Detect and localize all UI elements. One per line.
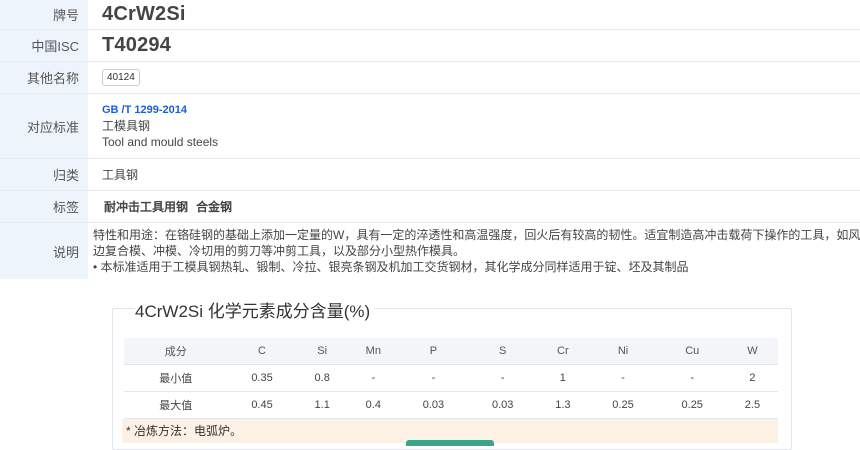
header-cell: Cr [537,338,589,365]
chemistry-title: 4CrW2Si 化学元素成分含量(%) [135,297,375,322]
row-labels: 标签 耐冲击工具用钢 合金钢 [0,191,860,223]
standard-link[interactable]: GB /T 1299-2014 [102,102,860,118]
standard-name-cn: 工模具钢 [102,119,151,133]
label-china-isc: 中国ISC [0,30,88,61]
table-cell: 1 [537,364,589,392]
table-cell: 0.35 [227,364,297,392]
table-cell: - [657,364,727,392]
label-description: 说明 [0,223,88,279]
properties-table: 牌号 4CrW2Si 中国ISC T40294 其他名称 40124 对应标准 … [0,0,860,279]
table-cell: 最小值 [124,364,228,392]
table-row: 最大值 0.45 1.1 0.4 0.03 0.03 1.3 0.25 0.25… [124,391,778,419]
row-other-names: 其他名称 40124 [0,62,860,94]
table-cell: 0.8 [296,364,348,392]
row-china-isc: 中国ISC T40294 [0,30,860,62]
table-cell: 0.25 [588,391,658,419]
chemistry-header-row: 成分 C Si Mn P S Cr Ni Cu W [124,338,778,365]
table-cell: 1.3 [537,391,589,419]
description-line: 特性和用途：在铬硅钢的基础上添加一定量的W，具有一定的淬透性和高温强度，回火后有… [93,228,860,242]
label-category: 归类 [0,159,88,190]
table-cell: 0.25 [657,391,727,419]
table-cell: 0.03 [398,391,469,419]
grade-value: 4CrW2Si [102,3,186,25]
row-category: 归类 工具钢 [0,159,860,191]
table-cell: - [588,364,658,392]
header-cell: S [468,338,538,365]
table-cell: 2.5 [726,391,778,419]
table-cell: 0.45 [227,391,297,419]
header-cell: Cu [657,338,727,365]
label-tag[interactable]: 耐冲击工具用钢 [104,198,188,215]
label-tag[interactable]: 合金钢 [196,198,232,215]
table-cell: 2 [726,364,778,392]
table-cell: - [347,364,399,392]
table-cell: 0.4 [347,391,399,419]
header-cell: P [398,338,469,365]
header-cell: Ni [588,338,658,365]
table-cell: - [398,364,469,392]
header-cell: C [227,338,297,365]
china-isc-value: T40294 [102,34,172,56]
chemistry-table: 成分 C Si Mn P S Cr Ni Cu W 最小值 0.35 0.8 -… [124,338,778,419]
table-cell: 最大值 [124,391,228,419]
table-row: 最小值 0.35 0.8 - - - 1 - - 2 [124,364,778,392]
standard-name-en: Tool and mould steels [102,135,219,149]
category-value: 工具钢 [102,168,139,182]
other-name-tag[interactable]: 40124 [102,69,140,86]
row-grade: 牌号 4CrW2Si [0,0,860,30]
label-standard: 对应标准 [0,94,88,158]
action-button[interactable] [406,440,494,446]
description-line: • 本标准适用于工模具钢热轧、锻制、冷拉、银亮条钢及机加工交货钢材，其化学成分同… [93,260,689,274]
label-other-names: 其他名称 [0,62,88,93]
row-standard: 对应标准 GB /T 1299-2014 工模具钢 Tool and mould… [0,94,860,159]
table-cell: 1.1 [296,391,348,419]
row-description: 说明 特性和用途：在铬硅钢的基础上添加一定量的W，具有一定的淬透性和高温强度，回… [0,223,860,279]
header-cell: 成分 [124,338,228,365]
table-cell: 0.03 [468,391,538,419]
description-line: 边复合模、冲模、冷切用的剪刀等冲剪工具，以及部分小型热作模具。 [93,244,466,258]
label-grade: 牌号 [0,0,88,29]
header-cell: Si [296,338,348,365]
header-cell: W [726,338,778,365]
header-cell: Mn [347,338,399,365]
label-labels: 标签 [0,191,88,222]
table-cell: - [468,364,538,392]
